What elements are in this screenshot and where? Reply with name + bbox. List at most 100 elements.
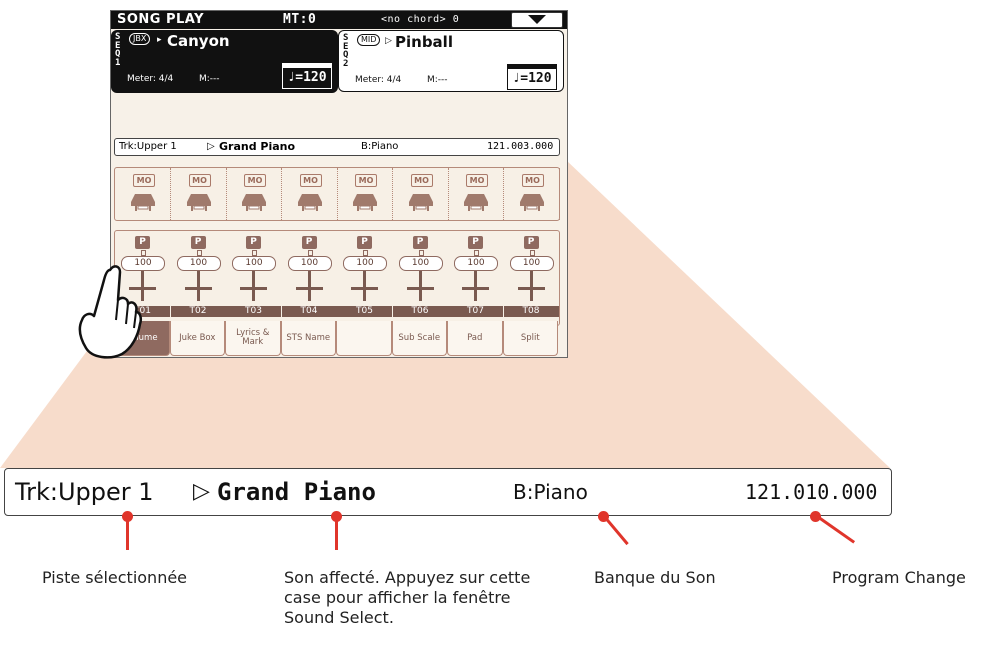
seq1-tempo[interactable]: ♩=120 — [282, 63, 332, 89]
play-status-button[interactable]: P — [301, 236, 317, 249]
mute-toggle[interactable]: MO — [188, 174, 211, 187]
play-status-button[interactable]: P — [523, 236, 539, 249]
volume-fader[interactable] — [196, 271, 200, 301]
mixer-channel: P 100 T04 — [281, 231, 337, 325]
tab-lyrics-mark[interactable]: Lyrics & Mark — [225, 321, 281, 356]
tab-sts-name[interactable]: STS Name — [280, 321, 336, 356]
track-label: T04 — [281, 306, 337, 317]
sound-slot[interactable]: MO — [337, 168, 393, 220]
master-transpose: MT:0 — [283, 12, 317, 27]
tab-empty — [336, 321, 392, 356]
title-bar: SONG PLAY MT:0 <no chord> 0 — [111, 11, 567, 29]
play-arrow-icon: ▸ — [157, 35, 162, 45]
mixer-row: P 100 T01 P 100 T02 P 100 T03 P 100 T04 P 100 T05 P 100 T… — [114, 230, 560, 326]
track-label: T06 — [392, 306, 448, 317]
fader-base — [295, 287, 323, 290]
play-arrow-outline-icon: ▷ — [207, 141, 215, 152]
grand-piano-icon — [242, 194, 266, 211]
play-arrow-outline-icon: ▷ — [193, 479, 210, 504]
grand-piano-icon — [131, 194, 155, 211]
sound-slot[interactable]: MO — [282, 168, 338, 220]
sound-slot[interactable]: MO — [504, 168, 560, 220]
chord-display: <no chord> 0 — [381, 14, 460, 25]
mute-toggle[interactable]: MO — [466, 174, 488, 187]
volume-value[interactable]: 100 — [398, 256, 443, 271]
mixer-channel: P 100 T06 — [392, 231, 448, 325]
volume-fader[interactable] — [363, 271, 366, 301]
seq2-measure: M:--- — [427, 75, 448, 85]
volume-fader[interactable] — [418, 271, 422, 301]
volume-value[interactable]: 100 — [176, 256, 221, 271]
sound-bank: B:Piano — [361, 141, 399, 152]
volume-value[interactable]: 100 — [232, 256, 276, 271]
program-change: 121.003.000 — [487, 141, 554, 152]
track-label: T08 — [503, 306, 559, 317]
grand-piano-icon — [297, 194, 322, 211]
mixer-channel: P 100 T05 — [337, 231, 392, 325]
fader-base — [517, 287, 545, 290]
mute-toggle[interactable]: MO — [299, 174, 322, 187]
seq2-tempo[interactable]: ♩=120 — [507, 64, 557, 90]
sound-row: MO MO MO MO MO MO MO MO — [114, 167, 560, 221]
pointing-hand-icon — [78, 265, 143, 359]
mute-toggle[interactable]: MO — [133, 174, 155, 187]
midi-file-icon: MID — [357, 34, 381, 46]
sound-slot[interactable]: MO — [115, 168, 171, 220]
seq1-meter: Meter: 4/4 — [127, 74, 174, 84]
volume-fader[interactable] — [474, 271, 477, 301]
grand-piano-icon — [519, 194, 544, 211]
sound-slot[interactable]: MO — [393, 168, 449, 220]
fader-base — [240, 287, 267, 290]
sound-slot[interactable]: MO — [171, 168, 227, 220]
track-name: Trk:Upper 1 — [119, 141, 177, 152]
volume-fader[interactable] — [529, 271, 533, 301]
fader-base — [351, 287, 378, 290]
play-status-button[interactable]: P — [246, 236, 261, 249]
grand-piano-icon — [464, 194, 488, 211]
volume-value[interactable]: 100 — [287, 256, 332, 271]
tab-juke-box[interactable]: Juke Box — [169, 321, 225, 356]
chevron-down-icon — [528, 15, 546, 24]
mixer-channel: P 100 T08 — [503, 231, 559, 325]
mute-toggle[interactable]: MO — [410, 174, 433, 187]
tab-split[interactable]: Split — [502, 321, 558, 356]
fader-base — [406, 287, 434, 290]
zoom-track-name: Trk:Upper 1 — [15, 478, 154, 506]
sound-slot[interactable]: MO — [448, 168, 504, 220]
page-menu-button[interactable] — [511, 12, 563, 28]
play-arrow-outline-icon: ▷ — [385, 36, 392, 46]
sequencer-2-panel[interactable]: SEQ2 MID ▷ Pinball Meter: 4/4 M:--- ♩=12… — [338, 30, 564, 92]
volume-value[interactable]: 100 — [343, 256, 387, 271]
caption-sound: Son affecté. Appuyez sur cette case pour… — [284, 568, 531, 627]
volume-fader[interactable] — [307, 271, 311, 301]
seq1-label: SEQ1 — [115, 32, 121, 68]
volume-value[interactable]: 100 — [454, 256, 498, 271]
volume-value[interactable]: 100 — [509, 256, 554, 271]
zoom-bank: B:Piano — [513, 480, 588, 504]
play-status-button[interactable]: P — [135, 236, 150, 249]
tab-sub-scale[interactable]: Sub Scale — [391, 321, 447, 356]
volume-fader[interactable] — [252, 271, 255, 301]
play-status-button[interactable]: P — [190, 236, 206, 249]
mute-toggle[interactable]: MO — [355, 174, 377, 187]
play-status-button[interactable]: P — [412, 236, 428, 249]
zoomed-track-info[interactable]: Trk:Upper 1 ▷ Grand Piano B:Piano 121.01… — [4, 468, 892, 516]
song-play-screen: SONG PLAY MT:0 <no chord> 0 SEQ1 JBX ▸ C… — [110, 10, 568, 358]
sound-slot[interactable]: MO — [226, 168, 282, 220]
grand-piano-icon — [408, 194, 433, 211]
page-title: SONG PLAY — [117, 12, 205, 27]
caption-track: Piste sélectionnée — [42, 568, 188, 587]
seq2-label: SEQ2 — [343, 33, 349, 69]
mute-toggle[interactable]: MO — [521, 174, 544, 187]
grand-piano-icon — [186, 194, 211, 211]
track-info-bar[interactable]: Trk:Upper 1 ▷ Grand Piano B:Piano 121.00… — [114, 138, 560, 156]
play-status-button[interactable]: P — [357, 236, 372, 249]
zoom-sound-name: Grand Piano — [217, 478, 376, 506]
mixer-channel: P 100 T02 — [170, 231, 226, 325]
sequencer-1-panel[interactable]: SEQ1 JBX ▸ Canyon Meter: 4/4 M:--- ♩=120 — [111, 30, 338, 93]
fader-base — [184, 287, 212, 290]
play-status-button[interactable]: P — [468, 236, 483, 249]
mute-toggle[interactable]: MO — [244, 174, 266, 187]
seq1-measure: M:--- — [199, 74, 220, 84]
tab-pad[interactable]: Pad — [447, 321, 503, 356]
